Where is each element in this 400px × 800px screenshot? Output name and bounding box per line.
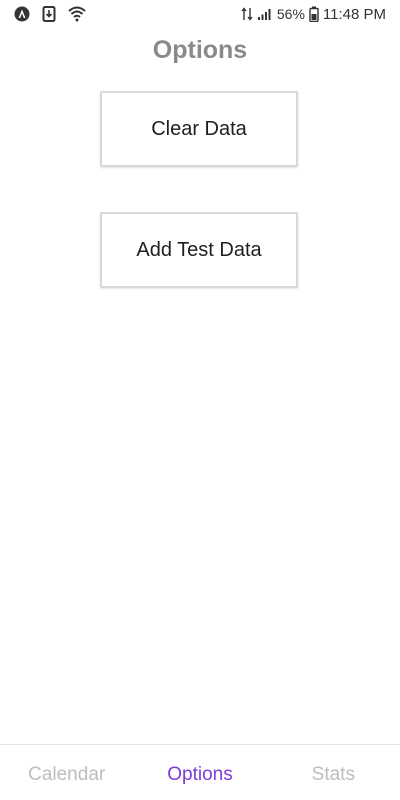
status-left-icons <box>14 6 86 22</box>
options-screen: 56% 11:48 PM Options Clear Data Add Test… <box>0 0 400 800</box>
battery-percentage: 56% <box>276 6 305 22</box>
add-test-data-button[interactable]: Add Test Data <box>100 212 298 288</box>
tab-stats[interactable]: Stats <box>267 760 400 786</box>
tab-calendar[interactable]: Calendar <box>0 760 133 786</box>
bottom-nav: Calendar Options Stats <box>0 744 400 800</box>
wifi-icon <box>68 6 86 22</box>
status-right: 56% 11:48 PM <box>241 6 386 23</box>
tab-options[interactable]: Options <box>133 760 266 786</box>
battery-icon <box>309 6 319 22</box>
signal-icon <box>257 7 273 21</box>
clear-data-button[interactable]: Clear Data <box>100 91 298 167</box>
data-transfer-icon <box>241 6 253 22</box>
android-auto-icon <box>14 6 30 22</box>
download-icon <box>42 6 56 22</box>
status-bar: 56% 11:48 PM <box>0 0 400 28</box>
status-time: 11:48 PM <box>322 5 386 23</box>
page-title: Options <box>152 36 248 64</box>
